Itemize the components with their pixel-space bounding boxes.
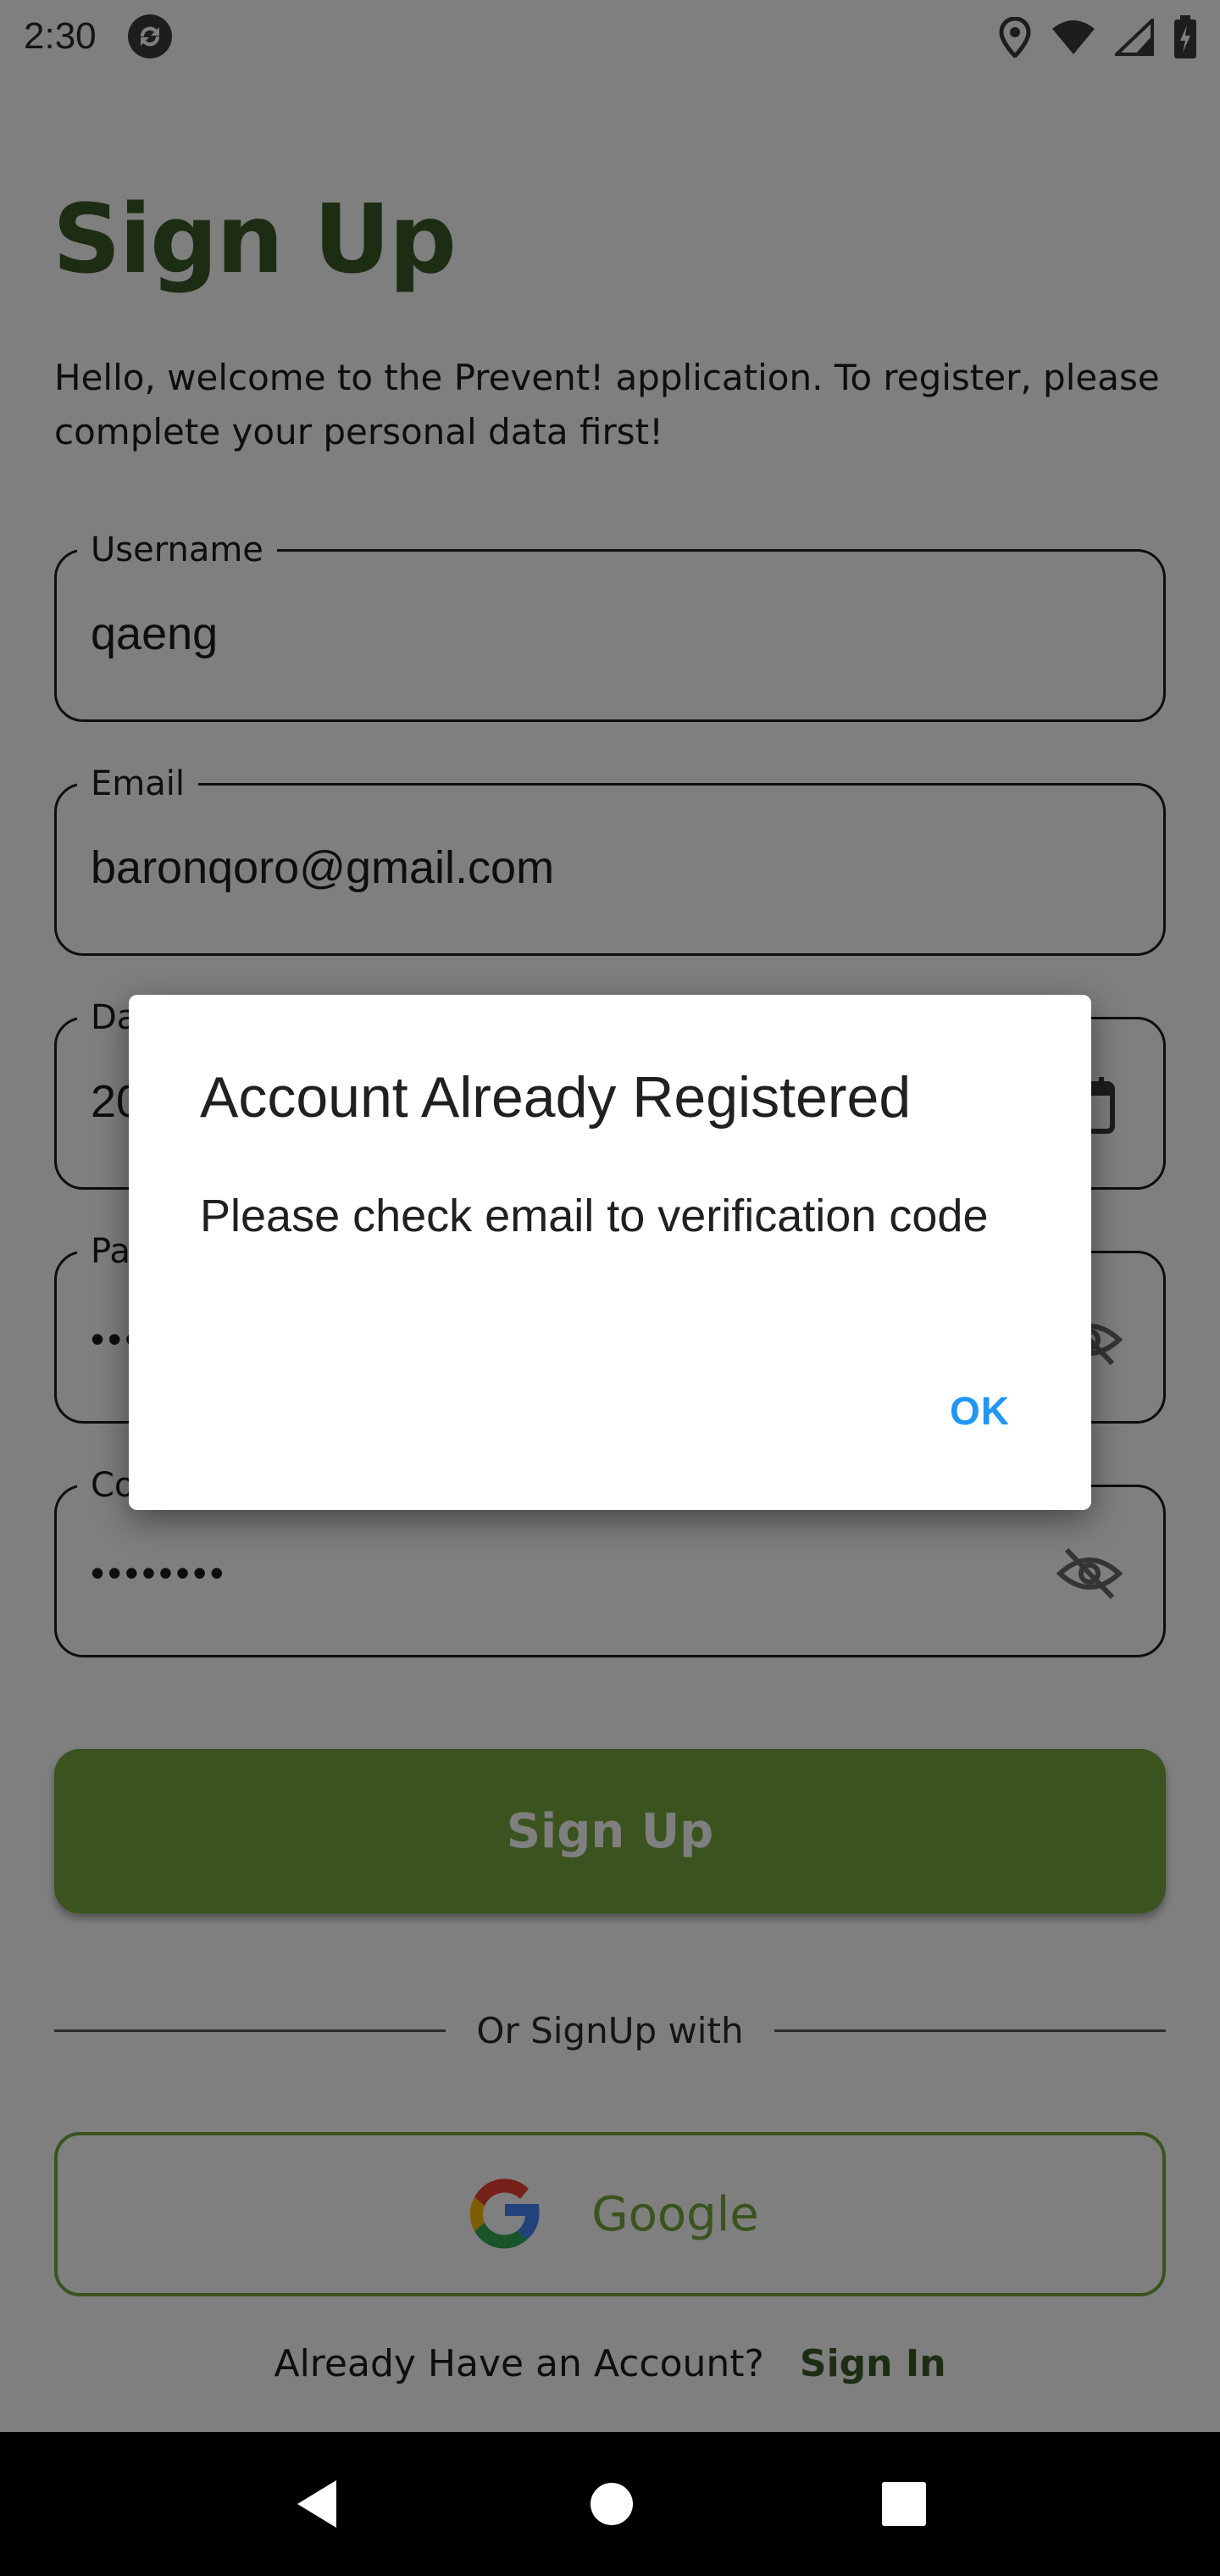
alert-dialog: Account Already Registered Please check … bbox=[129, 995, 1091, 1510]
home-icon[interactable] bbox=[589, 2481, 635, 2527]
system-navigation-bar bbox=[0, 2432, 1220, 2576]
dialog-message: Please check email to verification code bbox=[200, 1191, 989, 1241]
dialog-title: Account Already Registered bbox=[200, 1065, 912, 1130]
recents-icon[interactable] bbox=[880, 2480, 928, 2528]
dialog-ok-button[interactable]: OK bbox=[950, 1388, 1010, 1434]
back-icon[interactable] bbox=[292, 2477, 343, 2531]
